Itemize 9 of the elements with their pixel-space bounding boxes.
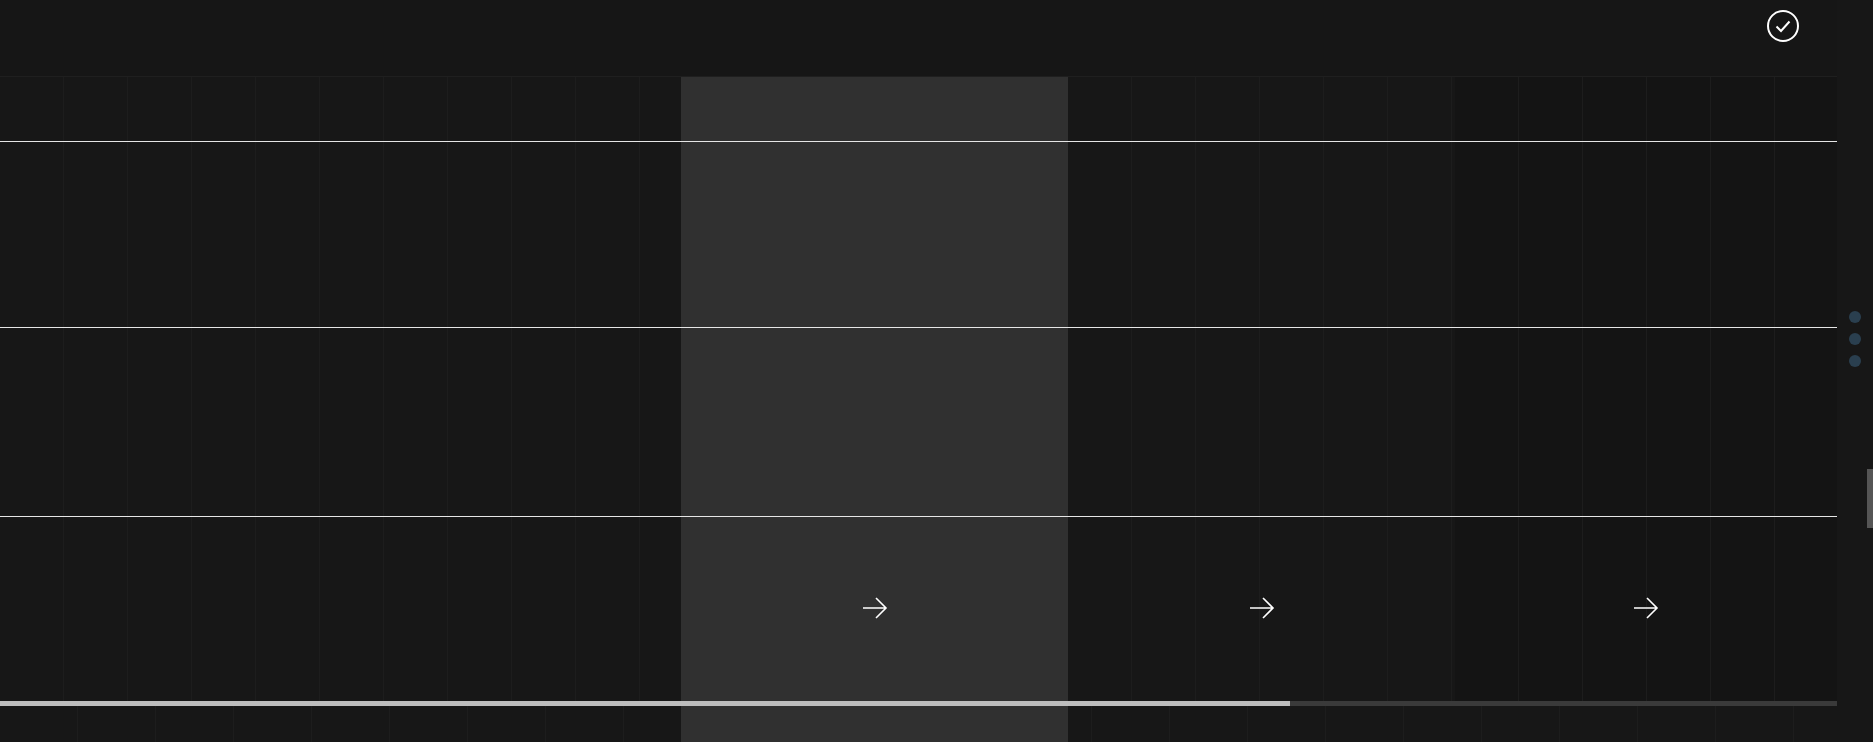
pager-dot[interactable]: [1849, 333, 1861, 345]
column-panel[interactable]: [0, 77, 681, 701]
arrow-right-icon[interactable]: [1633, 596, 1659, 620]
arrow-right-icon[interactable]: [861, 596, 888, 620]
check-circle-icon[interactable]: [1766, 9, 1800, 43]
scrollbar-thumb[interactable]: [1867, 469, 1873, 528]
pager-dot[interactable]: [1849, 311, 1861, 323]
arrow-right-icon[interactable]: [1248, 596, 1275, 620]
pager-dot[interactable]: [1849, 355, 1861, 367]
